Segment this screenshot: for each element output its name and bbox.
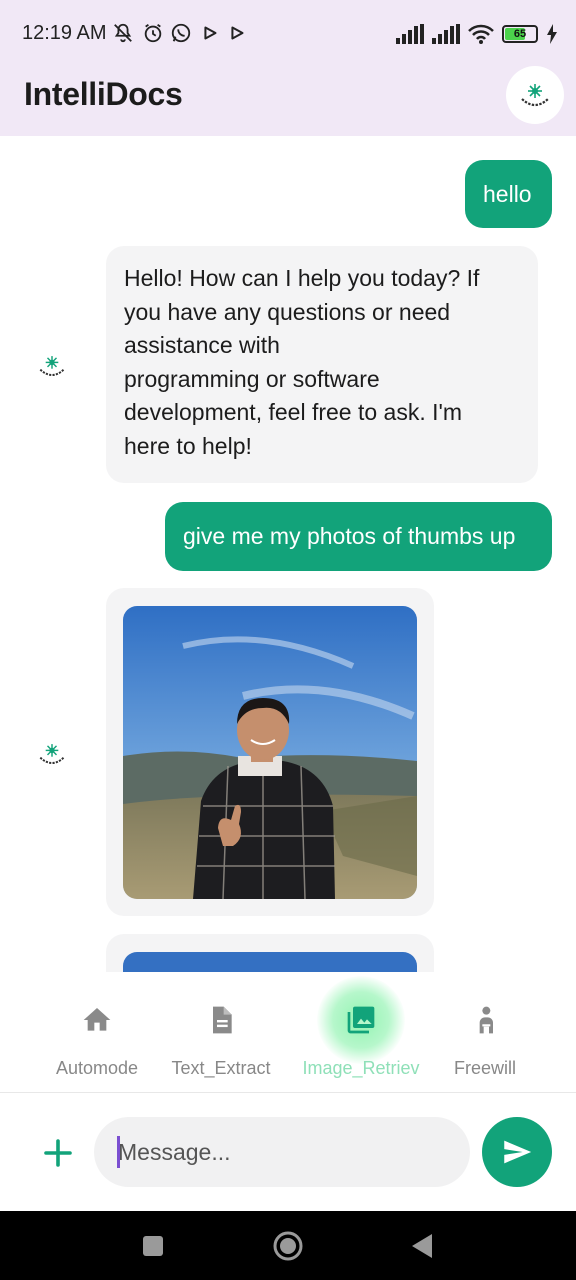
battery-percent: 65 (513, 28, 527, 40)
play-icon (204, 26, 217, 40)
intellidocs-logo-icon (39, 744, 65, 764)
send-icon (504, 1140, 532, 1164)
nav-item-image-retriev[interactable]: Image_Retriev (289, 972, 433, 1092)
app-title: IntelliDocs (24, 76, 183, 112)
photo-library-icon (347, 1006, 375, 1034)
bottom-nav: Automode Text_Extract Image_Retriev Free… (0, 972, 576, 1092)
plus-icon[interactable] (40, 1135, 76, 1171)
system-nav-bar (0, 1211, 576, 1280)
intellidocs-logo-icon[interactable] (506, 66, 564, 124)
bot-image-message (106, 588, 434, 916)
nav-item-automode[interactable]: Automode (25, 972, 169, 1092)
status-right: 65 (396, 22, 558, 46)
photo-partial (123, 952, 417, 972)
whatsapp-icon (171, 23, 191, 43)
bot-avatar (34, 736, 70, 772)
nav-item-text-extract[interactable]: Text_Extract (149, 972, 293, 1092)
person-icon (479, 1006, 493, 1034)
nav-label: Text_Extract (171, 1058, 271, 1078)
message-composer (0, 1093, 576, 1211)
bot-message-text: Hello! How can I help you today? If you … (124, 265, 480, 459)
app-header: 12:19 AM 65 IntelliDocs (0, 0, 576, 136)
play-icon (231, 26, 244, 40)
chat-area[interactable]: hello Hello! How can I help you today? I… (0, 136, 576, 972)
nav-label: Image_Retriev (302, 1058, 420, 1078)
signal-icon (432, 24, 460, 44)
retrieved-photo[interactable] (123, 952, 417, 972)
status-bar: 12:19 AM 65 (0, 0, 576, 64)
battery-icon: 65 (502, 25, 538, 43)
status-time: 12:19 AM (22, 22, 107, 44)
charging-icon (547, 24, 557, 44)
signal-icon (396, 24, 424, 44)
intellidocs-logo-icon (39, 356, 65, 376)
document-icon (213, 1006, 232, 1034)
logo-mark (521, 84, 549, 107)
home-button-icon[interactable] (272, 1230, 304, 1262)
wifi-icon (468, 24, 494, 44)
nav-item-freewill[interactable]: Freewill (413, 972, 557, 1092)
send-button[interactable] (482, 1117, 552, 1187)
retrieved-photo[interactable] (123, 606, 417, 899)
bot-image-message (106, 934, 434, 972)
nav-label: Automode (55, 1058, 139, 1078)
user-message: give me my photos of thumbs up (165, 502, 552, 571)
bot-message: Hello! How can I help you today? If you … (106, 246, 538, 483)
message-input[interactable] (94, 1117, 470, 1187)
user-message: hello (465, 160, 552, 228)
alarm-icon (144, 23, 162, 43)
user-message-text: give me my photos of thumbs up (183, 523, 516, 549)
text-caret (117, 1136, 120, 1168)
user-message-text: hello (483, 180, 532, 207)
recents-icon[interactable] (142, 1235, 164, 1257)
back-icon[interactable] (410, 1233, 434, 1259)
home-icon (83, 1008, 111, 1031)
bot-avatar (34, 348, 70, 384)
mute-icon (114, 23, 132, 43)
nav-label: Freewill (453, 1058, 516, 1078)
thumbs-up-photo (123, 606, 417, 899)
